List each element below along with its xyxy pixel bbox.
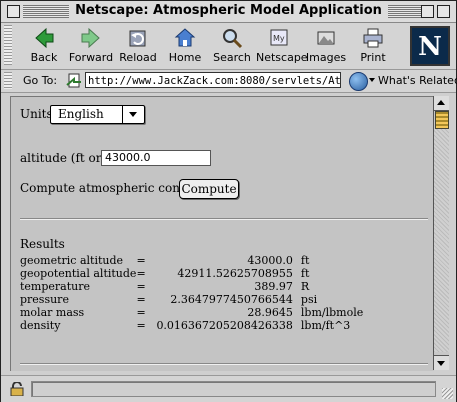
toolbar-grip[interactable] [4, 25, 12, 65]
home-label: Home [168, 51, 202, 64]
reload-button[interactable]: Reload [115, 25, 161, 67]
result-name: temperature [20, 280, 91, 293]
netscape-my-icon: My [270, 29, 288, 46]
result-eq: = [136, 267, 146, 280]
result-value: 2.3647977450766544 [170, 293, 293, 306]
forward-label: Forward [68, 51, 114, 64]
result-name: geometric altitude [20, 254, 124, 267]
vertical-scrollbar[interactable] [433, 96, 449, 370]
forward-button[interactable]: Forward [68, 25, 114, 67]
result-name: density [20, 319, 61, 332]
title-bar[interactable]: Netscape: Atmospheric Model Application [1, 1, 456, 23]
result-eq: = [136, 280, 146, 293]
result-eq: = [136, 306, 146, 319]
select-arrow-icon [129, 112, 137, 117]
scroll-track[interactable] [434, 129, 449, 352]
result-eq: = [136, 319, 146, 332]
result-row-molar-mass: molar mass = 28.9645 lbm/lbmole [20, 306, 363, 319]
browser-window: Netscape: Atmospheric Model Application … [0, 0, 457, 402]
print-label: Print [360, 51, 386, 64]
back-label: Back [30, 51, 58, 64]
window-title: Netscape: Atmospheric Model Application [69, 3, 388, 18]
print-icon [363, 28, 383, 48]
result-value: 389.97 [254, 280, 293, 293]
home-icon [174, 28, 196, 47]
result-name: molar mass [20, 306, 85, 319]
result-unit: lbm/ft^3 [300, 319, 351, 332]
images-button[interactable]: Images [303, 25, 349, 67]
scroll-down-arrow-icon [437, 361, 445, 366]
globe-icon [349, 72, 368, 91]
goto-label: Go To: [23, 74, 58, 87]
back-arrow-icon [35, 27, 54, 49]
result-value: 43000.0 [247, 254, 293, 267]
window-resize-grip[interactable] [442, 388, 453, 399]
security-lock-icon[interactable] [9, 382, 25, 396]
scroll-up-button[interactable] [434, 96, 449, 111]
search-icon [223, 29, 243, 49]
result-unit: ft [300, 254, 310, 267]
search-button[interactable]: Search [209, 25, 255, 67]
reload-icon [129, 30, 146, 47]
units-select-value: English [58, 107, 104, 121]
result-value: 28.9645 [247, 306, 293, 319]
result-unit: R [300, 280, 310, 293]
result-name: geopotential altitude [20, 267, 137, 280]
netscape-logo-letter: N [418, 32, 442, 62]
result-unit: psi [300, 293, 318, 306]
result-row-pressure: pressure = 2.3647977450766544 psi [20, 293, 363, 306]
result-eq: = [136, 293, 146, 306]
scroll-up-arrow-icon [437, 100, 445, 105]
divider-bottom [20, 363, 428, 365]
scroll-thumb[interactable] [435, 111, 449, 129]
result-row-geometric-altitude: geometric altitude = 43000.0 ft [20, 254, 363, 267]
zoom-box[interactable] [421, 5, 434, 18]
svg-text:My: My [273, 34, 285, 43]
dropdown-triangle-icon [369, 78, 375, 82]
altitude-input[interactable]: 43000.0 [101, 150, 211, 166]
results-table: geometric altitude = 43000.0 ft geopoten… [20, 254, 363, 332]
netscape-button[interactable]: My Netscape [256, 25, 308, 67]
result-unit: ft [300, 267, 310, 280]
url-field[interactable]: http://www.JackZack.com:8080/servlets/At… [85, 72, 341, 88]
forward-arrow-icon [81, 27, 100, 49]
divider-top [20, 218, 428, 220]
back-button[interactable]: Back [21, 25, 67, 67]
navigation-toolbar: Back Forward Reload Home Search My Netsc… [1, 23, 456, 70]
result-row-density: density = 0.016367205208426338 lbm/ft^3 [20, 319, 363, 332]
results-heading: Results [20, 237, 65, 251]
status-bar [1, 375, 456, 402]
reload-label: Reload [119, 51, 157, 64]
netscape-label: Netscape [256, 51, 308, 64]
location-bar: Go To: http://www.JackZack.com:8080/serv… [1, 70, 457, 93]
print-button[interactable]: Print [350, 25, 396, 67]
images-label: Images [305, 51, 347, 64]
result-row-geopotential-altitude: geopotential altitude = 42911.5262570895… [20, 267, 363, 280]
scroll-down-button[interactable] [434, 355, 449, 370]
units-label: Units [20, 107, 53, 121]
units-select[interactable]: English [50, 105, 145, 124]
home-button[interactable]: Home [162, 25, 208, 67]
search-label: Search [213, 51, 251, 64]
compute-button[interactable]: Compute [179, 179, 239, 199]
page-proxy-icon[interactable] [66, 73, 82, 89]
images-icon [317, 31, 335, 45]
collapse-box[interactable] [437, 5, 450, 18]
netscape-logo[interactable]: N [410, 26, 450, 66]
result-row-temperature: temperature = 389.97 R [20, 280, 363, 293]
result-eq: = [136, 254, 146, 267]
status-text-field [31, 381, 436, 397]
result-name: pressure [20, 293, 69, 306]
page-content: Units English altitude (ft or m) 43000.0… [10, 96, 434, 371]
result-value: 0.016367205208426338 [156, 319, 293, 332]
result-unit: lbm/lbmole [300, 306, 364, 319]
result-value: 42911.52625708955 [177, 267, 293, 280]
location-bar-grip[interactable] [4, 72, 12, 89]
whats-related-label: What's Related [378, 74, 457, 87]
